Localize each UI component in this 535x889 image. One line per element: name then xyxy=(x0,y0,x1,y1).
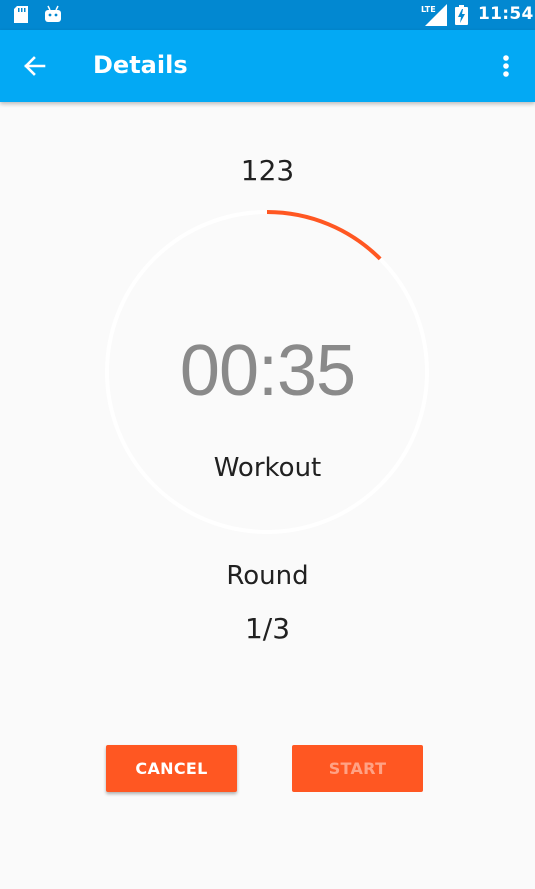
overflow-menu-button[interactable] xyxy=(490,46,522,86)
status-bar: LTE 11:54 xyxy=(0,0,535,30)
page-title: Details xyxy=(93,51,188,79)
app-bar: Details xyxy=(0,30,535,102)
cancel-button[interactable]: CANCEL xyxy=(106,745,237,792)
android-icon xyxy=(45,5,61,22)
network-type-label: LTE xyxy=(421,5,436,14)
sd-card-icon xyxy=(14,6,28,23)
phase-label: Workout xyxy=(213,453,322,483)
more-vert-icon xyxy=(503,55,509,77)
back-button[interactable] xyxy=(14,46,54,86)
countdown-timer: 00:35 xyxy=(179,331,356,411)
battery-charging-icon xyxy=(455,5,468,25)
round-value: 1/3 xyxy=(244,612,291,645)
progress-arc xyxy=(266,210,382,261)
signal-icon: LTE xyxy=(421,4,447,26)
workout-counter: 123 xyxy=(240,154,295,187)
start-button[interactable]: START xyxy=(292,745,423,792)
arrow-back-icon xyxy=(24,56,46,76)
status-clock: 11:54 xyxy=(478,4,534,24)
round-label: Round xyxy=(226,561,309,591)
